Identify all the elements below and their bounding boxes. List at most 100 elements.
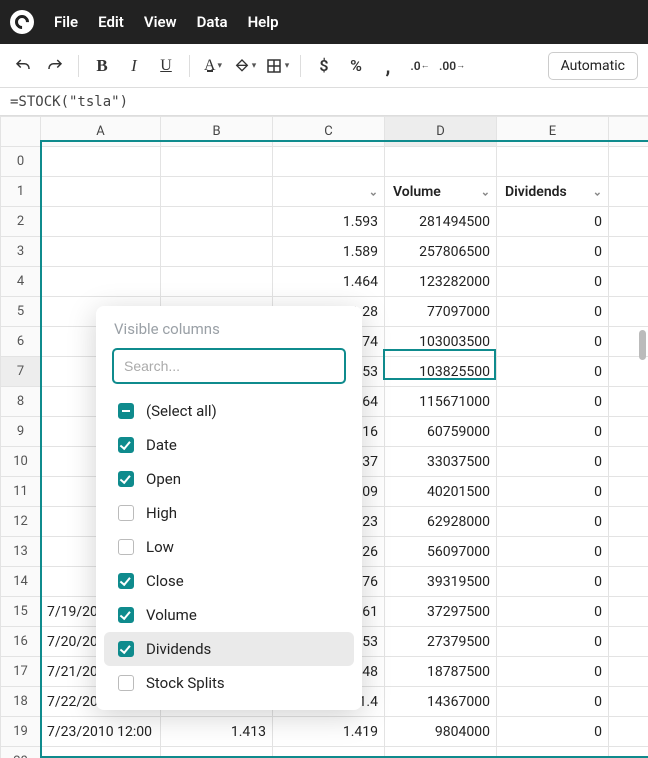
- row-header[interactable]: 3: [1, 237, 41, 267]
- col-header-D[interactable]: D: [385, 117, 497, 147]
- cell[interactable]: 9804000: [385, 717, 497, 747]
- cell[interactable]: 257806500: [385, 237, 497, 267]
- cell[interactable]: 0: [497, 207, 609, 237]
- row-header[interactable]: 9: [1, 417, 41, 447]
- cell[interactable]: 123282000: [385, 267, 497, 297]
- field-header-volume[interactable]: Volume⌄: [385, 177, 497, 207]
- cell[interactable]: [385, 147, 497, 177]
- cell[interactable]: [161, 207, 273, 237]
- column-toggle-date[interactable]: Date: [104, 428, 354, 462]
- cell[interactable]: 7/23/2010 12:00: [41, 717, 161, 747]
- cell[interactable]: 0: [497, 717, 609, 747]
- menu-data[interactable]: Data: [197, 13, 228, 31]
- row-header[interactable]: 1: [1, 177, 41, 207]
- cell[interactable]: [41, 267, 161, 297]
- cell[interactable]: 0: [497, 237, 609, 267]
- cell[interactable]: 37297500: [385, 597, 497, 627]
- percent-button[interactable]: %: [343, 52, 369, 80]
- borders-button[interactable]: ▾: [264, 52, 290, 80]
- cell[interactable]: 103003500: [385, 327, 497, 357]
- cell[interactable]: [161, 267, 273, 297]
- underline-button[interactable]: U: [153, 52, 179, 80]
- column-toggle-stock-splits[interactable]: Stock Splits: [104, 666, 354, 700]
- cell[interactable]: 56097000: [385, 537, 497, 567]
- cell[interactable]: 40201500: [385, 477, 497, 507]
- row-header[interactable]: 2: [1, 207, 41, 237]
- cell[interactable]: 27379500: [385, 627, 497, 657]
- cell[interactable]: 0: [497, 597, 609, 627]
- cell[interactable]: 60759000: [385, 417, 497, 447]
- cell[interactable]: 0: [497, 417, 609, 447]
- row-header[interactable]: 20: [1, 747, 41, 758]
- bold-button[interactable]: B: [89, 52, 115, 80]
- cell[interactable]: 0: [497, 537, 609, 567]
- cell[interactable]: 7/26/2010 12:00: [41, 747, 161, 758]
- cell[interactable]: 0: [497, 477, 609, 507]
- column-toggle-open[interactable]: Open: [104, 462, 354, 496]
- chevron-down-icon[interactable]: ⌄: [481, 185, 490, 198]
- cell[interactable]: 0: [497, 327, 609, 357]
- cell[interactable]: [273, 147, 385, 177]
- cell[interactable]: 1.419: [273, 717, 385, 747]
- vertical-scrollbar[interactable]: [639, 330, 646, 360]
- cell[interactable]: 1.397: [273, 747, 385, 758]
- cell[interactable]: 39319500: [385, 567, 497, 597]
- cell[interactable]: 33037500: [385, 447, 497, 477]
- row-header[interactable]: 19: [1, 717, 41, 747]
- cell[interactable]: 1.413: [161, 717, 273, 747]
- col-header-A[interactable]: A: [41, 117, 161, 147]
- field-header[interactable]: [41, 177, 161, 207]
- col-header-B[interactable]: B: [161, 117, 273, 147]
- column-toggle-volume[interactable]: Volume: [104, 598, 354, 632]
- cell[interactable]: [497, 147, 609, 177]
- row-header[interactable]: 6: [1, 327, 41, 357]
- cell[interactable]: 115671000: [385, 387, 497, 417]
- menu-help[interactable]: Help: [248, 13, 279, 31]
- cell[interactable]: 0: [497, 447, 609, 477]
- row-header[interactable]: 5: [1, 297, 41, 327]
- spreadsheet-grid[interactable]: A B C D E 01⌄Volume⌄Dividends⌄21.5932814…: [0, 116, 648, 758]
- column-toggle-high[interactable]: High: [104, 496, 354, 530]
- cell[interactable]: 281494500: [385, 207, 497, 237]
- cell[interactable]: 18787500: [385, 657, 497, 687]
- row-header[interactable]: 18: [1, 687, 41, 717]
- cell[interactable]: 1.589: [273, 237, 385, 267]
- col-header-C[interactable]: C: [273, 117, 385, 147]
- cell[interactable]: 0: [497, 657, 609, 687]
- cell[interactable]: 0: [497, 387, 609, 417]
- col-header-E[interactable]: E: [497, 117, 609, 147]
- cell[interactable]: 1.593: [273, 207, 385, 237]
- cell[interactable]: 1.464: [273, 267, 385, 297]
- cell[interactable]: 103825500: [385, 357, 497, 387]
- fill-color-button[interactable]: ▾: [232, 52, 258, 80]
- column-toggle-close[interactable]: Close: [104, 564, 354, 598]
- cell[interactable]: [41, 207, 161, 237]
- increase-decimal-button[interactable]: .00→: [439, 52, 465, 80]
- row-header[interactable]: 17: [1, 657, 41, 687]
- redo-button[interactable]: [42, 52, 68, 80]
- row-header[interactable]: 14: [1, 567, 41, 597]
- undo-button[interactable]: [10, 52, 36, 80]
- currency-button[interactable]: $: [311, 52, 337, 80]
- zoom-select[interactable]: Automatic: [548, 52, 638, 80]
- formula-bar[interactable]: =STOCK("tsla"): [0, 88, 648, 116]
- cell[interactable]: [161, 147, 273, 177]
- menu-view[interactable]: View: [144, 13, 177, 31]
- cell[interactable]: 0: [497, 567, 609, 597]
- select-all-corner[interactable]: [1, 117, 41, 147]
- cell[interactable]: 0: [497, 507, 609, 537]
- column-toggle-dividends[interactable]: Dividends: [104, 632, 354, 666]
- italic-button[interactable]: I: [121, 52, 147, 80]
- column-toggle-low[interactable]: Low: [104, 530, 354, 564]
- cell[interactable]: 0: [497, 267, 609, 297]
- column-toggle--select-all-[interactable]: (Select all): [104, 394, 354, 428]
- cell[interactable]: [41, 147, 161, 177]
- cell[interactable]: 62928000: [385, 507, 497, 537]
- chevron-down-icon[interactable]: ⌄: [593, 185, 602, 198]
- app-logo[interactable]: [10, 10, 34, 34]
- row-header[interactable]: 11: [1, 477, 41, 507]
- menu-file[interactable]: File: [54, 13, 78, 31]
- cell[interactable]: 0: [497, 627, 609, 657]
- cell[interactable]: 0: [497, 357, 609, 387]
- cell[interactable]: 77097000: [385, 297, 497, 327]
